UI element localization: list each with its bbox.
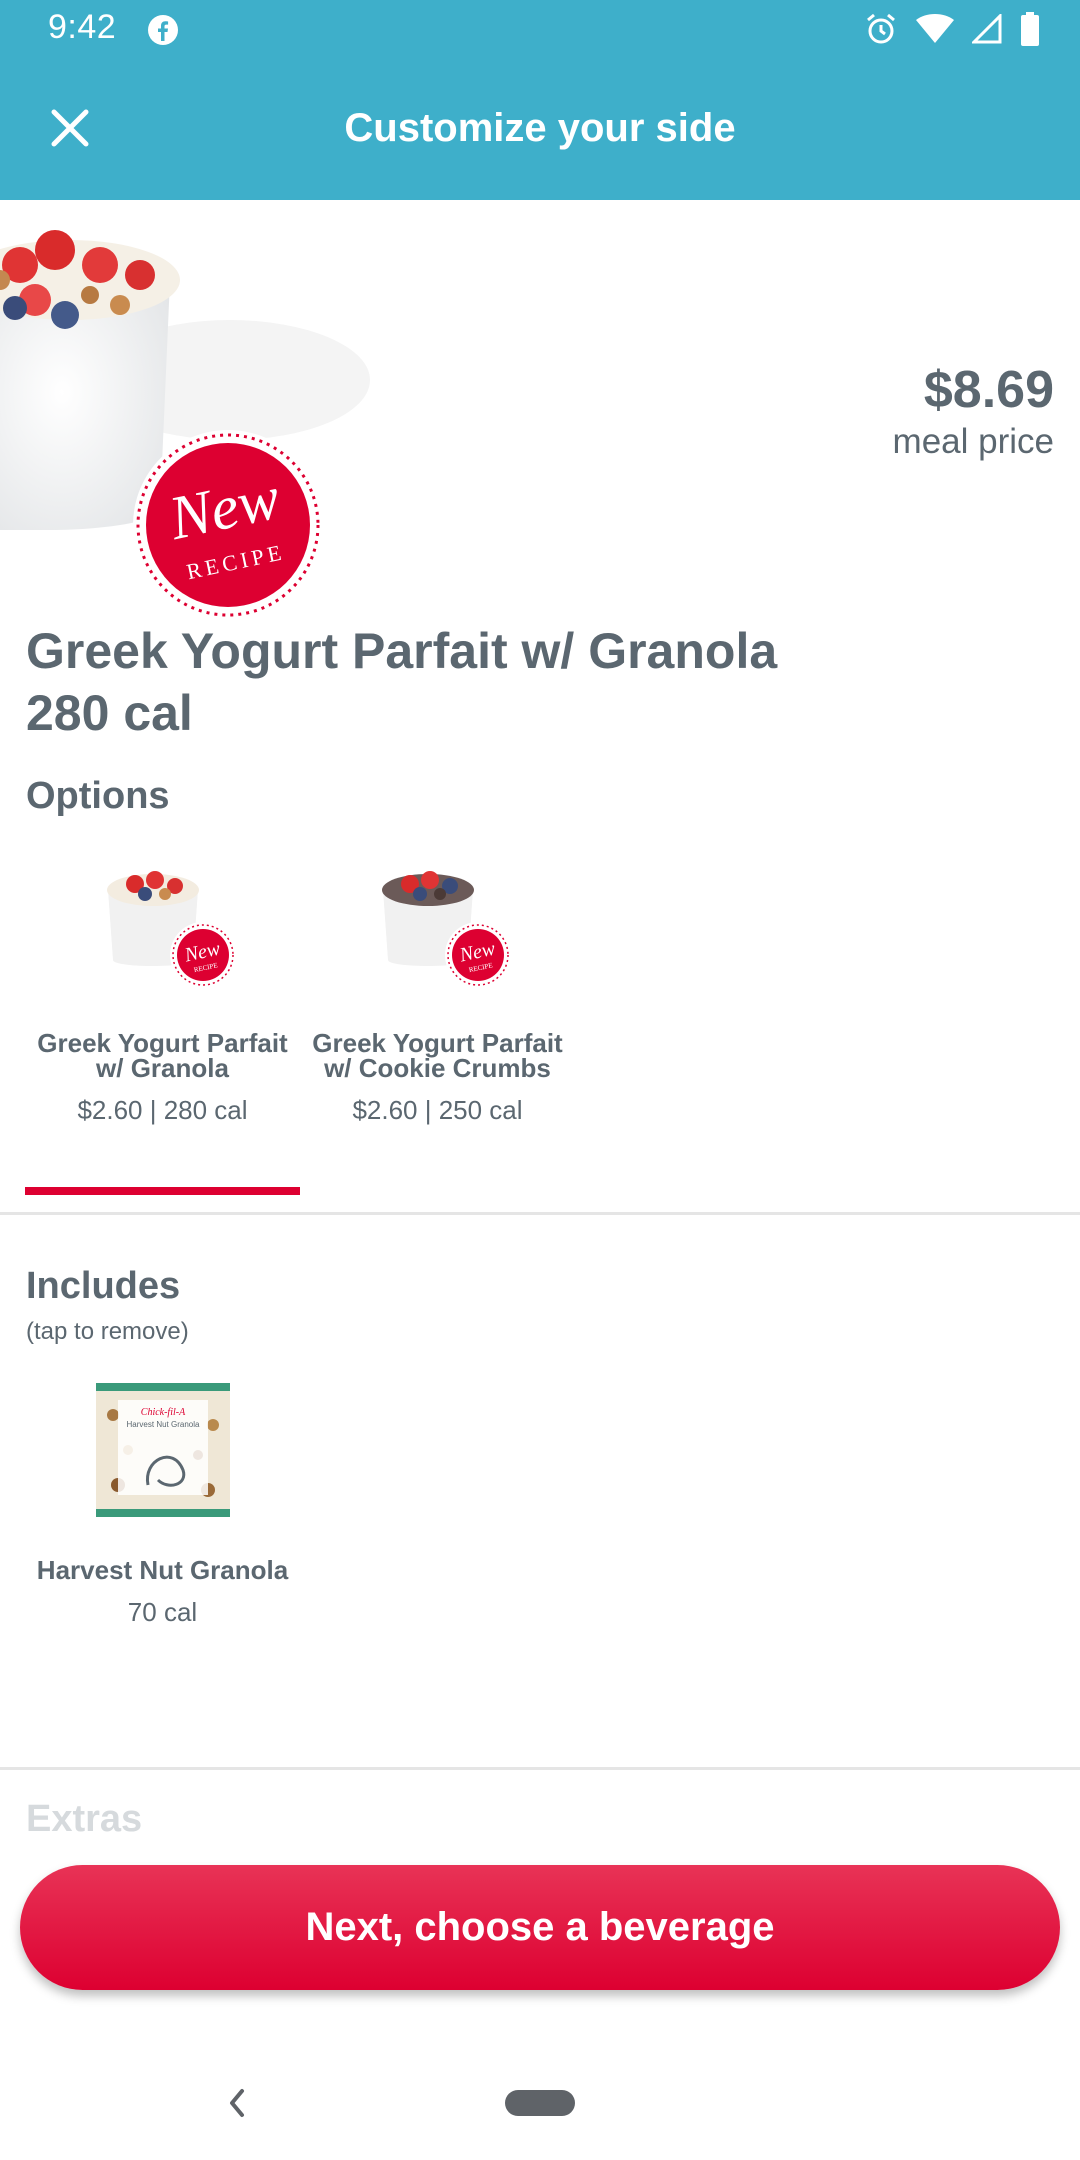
svg-text:Chick-fil-A: Chick-fil-A: [140, 1407, 185, 1418]
divider: [0, 1767, 1080, 1770]
divider: [0, 1212, 1080, 1215]
option-greek-yogurt-parfait-granola[interactable]: New RECIPE Greek Yogurt Parfait w/ Grano…: [25, 850, 300, 1126]
status-bar: 9:42: [0, 0, 1080, 60]
svg-text:Harvest Nut Granola: Harvest Nut Granola: [126, 1420, 199, 1429]
option-name: Greek Yogurt Parfait w/ Cookie Crumbs: [312, 1028, 563, 1083]
facebook-icon: [148, 15, 178, 45]
selected-option-indicator: [25, 1187, 300, 1195]
home-pill-button[interactable]: [505, 2090, 575, 2116]
extras-heading: Extras: [26, 1798, 143, 1840]
price-block: $8.69 meal price: [893, 360, 1054, 462]
hero: New RECIPE $8.69 meal price: [0, 200, 1080, 620]
includes-heading: Includes: [26, 1265, 181, 1307]
app-bar: Customize your side: [0, 60, 1080, 200]
include-meta: 70 cal: [127, 1597, 198, 1627]
includes-hint: (tap to remove): [26, 1318, 189, 1345]
battery-icon: [1021, 12, 1039, 46]
item-title: Greek Yogurt Parfait w/ Granola 280 cal: [26, 620, 777, 744]
option-meta: $2.60 | 280 cal: [77, 1095, 248, 1125]
back-icon[interactable]: [222, 2085, 252, 2121]
include-name: Harvest Nut Granola: [36, 1555, 289, 1585]
next-choose-beverage-button[interactable]: Next, choose a beverage: [20, 1865, 1060, 1990]
meal-price: $8.69: [923, 361, 1054, 419]
item-name: Greek Yogurt Parfait w/ Granola: [26, 623, 778, 679]
option-meta: $2.60 | 250 cal: [352, 1095, 523, 1125]
option-name: Greek Yogurt Parfait w/ Granola: [37, 1028, 288, 1083]
alarm-icon: [867, 13, 895, 44]
parfait-image: New RECIPE: [0, 230, 370, 620]
signal-icon: [972, 14, 1002, 44]
option-image: New RECIPE: [381, 871, 511, 988]
meal-price-label: meal price: [892, 422, 1054, 461]
include-harvest-nut-granola[interactable]: Chick-fil-A Harvest Nut Granola Harvest …: [25, 1375, 300, 1628]
granola-package-image: Chick-fil-A Harvest Nut Granola: [95, 1383, 230, 1517]
wifi-icon: [916, 14, 954, 43]
item-calories: 280 cal: [26, 685, 193, 741]
system-nav-bar: [0, 2040, 1080, 2160]
page-title: Customize your side: [344, 106, 736, 150]
option-greek-yogurt-parfait-cookie-crumbs[interactable]: New RECIPE Greek Yogurt Parfait w/ Cooki…: [300, 850, 575, 1126]
status-time: 9:42: [48, 8, 117, 46]
options-heading: Options: [26, 775, 170, 817]
option-image: New RECIPE: [106, 871, 236, 988]
